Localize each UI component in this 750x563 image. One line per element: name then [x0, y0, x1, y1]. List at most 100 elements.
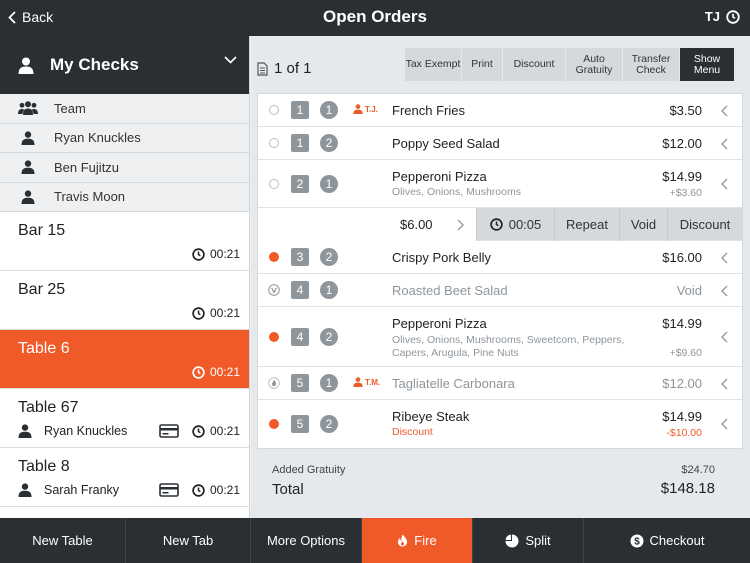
order-item-row[interactable]: 5 1 T.M. Tagliatelle Carbonara $12.00: [258, 367, 742, 400]
item-select-radio[interactable]: [269, 179, 279, 189]
hold-flame-icon[interactable]: [268, 377, 280, 389]
transfer-check-button[interactable]: Transfer Check: [623, 48, 679, 81]
person-icon: [18, 57, 34, 74]
course-badge: 2: [320, 134, 338, 152]
check-table-8[interactable]: Table 8 Sarah Franky 00:21: [0, 448, 249, 507]
item-price: $14.99: [662, 169, 702, 184]
course-badge: 1: [320, 175, 338, 193]
check-owner: Ryan Knuckles: [18, 424, 127, 438]
user-initials: TJ: [704, 9, 720, 24]
item-discount-button[interactable]: Discount: [667, 208, 742, 241]
item-amount-stepper[interactable]: $6.00: [258, 208, 476, 241]
check-bar-25[interactable]: Bar 25 00:21: [0, 271, 249, 330]
order-item-row[interactable]: 4 1 Roasted Beet Salad Void: [258, 274, 742, 307]
new-tab-label: New Tab: [162, 533, 214, 548]
void-status-icon[interactable]: [268, 284, 280, 296]
modifier-price: +$3.60: [669, 187, 702, 199]
new-table-button[interactable]: New Table: [0, 518, 126, 563]
fire-button[interactable]: Fire: [362, 518, 473, 563]
discount-amount: -$10.00: [666, 427, 702, 439]
staff-label: Travis Moon: [54, 189, 126, 205]
chevron-left-icon[interactable]: [721, 138, 728, 150]
checkout-button[interactable]: $ Checkout: [584, 518, 750, 563]
check-bar-15[interactable]: Bar 15 00:21: [0, 212, 249, 271]
gratuity-label: Added Gratuity: [272, 464, 346, 476]
tax-exempt-button[interactable]: Tax Exempt: [405, 48, 461, 81]
seat-badge: 5: [291, 374, 309, 392]
seat-badge: 1: [291, 101, 309, 119]
show-menu-button[interactable]: Show Menu: [680, 48, 734, 81]
clock-icon: [192, 424, 205, 438]
item-status: Void: [676, 283, 702, 298]
chevron-left-icon[interactable]: [721, 378, 728, 390]
split-button[interactable]: Split: [473, 518, 584, 563]
void-button[interactable]: Void: [619, 208, 667, 241]
server-tag: T.J.: [353, 104, 378, 114]
fired-status-dot[interactable]: [269, 332, 279, 342]
item-select-radio[interactable]: [269, 105, 279, 115]
page-indicator: 1 of 1: [257, 60, 312, 77]
item-select-radio[interactable]: [269, 138, 279, 148]
fired-status-dot[interactable]: [269, 419, 279, 429]
order-item-row[interactable]: 5 2 Ribeye Steak Discount $14.99 -$10.00: [258, 400, 742, 448]
order-item-row[interactable]: 2 1 Pepperoni Pizza Olives, Onions, Mush…: [258, 160, 742, 208]
order-item-row[interactable]: 4 2 Pepperoni Pizza Olives, Onions, Mush…: [258, 307, 742, 367]
auto-gratuity-button[interactable]: Auto Gratuity: [566, 48, 622, 81]
course-badge: 2: [320, 328, 338, 346]
staff-filter-team[interactable]: Team: [0, 94, 249, 124]
item-name: French Fries: [392, 103, 465, 118]
split-label: Split: [525, 533, 551, 548]
chevron-left-icon[interactable]: [721, 178, 728, 190]
chevron-left-icon[interactable]: [721, 418, 728, 430]
order-item-row[interactable]: 1 1 T.J. French Fries $3.50: [258, 94, 742, 127]
course-badge: 1: [320, 374, 338, 392]
person-icon: [21, 131, 35, 145]
seat-badge: 4: [291, 281, 309, 299]
course-badge: 2: [320, 415, 338, 433]
dollar-icon: $: [630, 534, 644, 547]
item-price: $12.00: [662, 136, 702, 151]
order-item-row[interactable]: 1 2 Poppy Seed Salad $12.00: [258, 127, 742, 160]
order-item-row[interactable]: 3 2 Crispy Pork Belly $16.00: [258, 241, 742, 274]
order-panel: 1 of 1 Tax Exempt Print Discount Auto Gr…: [251, 36, 750, 518]
new-tab-button[interactable]: New Tab: [126, 518, 251, 563]
check-name: Bar 15: [18, 222, 66, 239]
user-menu[interactable]: TJ: [705, 9, 740, 24]
print-button[interactable]: Print: [462, 48, 502, 81]
discount-button[interactable]: Discount: [503, 48, 565, 81]
course-timer[interactable]: 00:05: [476, 208, 554, 241]
order-items-list: 1 1 T.J. French Fries $3.50 1 2 Poppy Se…: [257, 93, 743, 449]
my-checks-title: My Checks: [50, 55, 139, 74]
check-totals: Added Gratuity $24.70 Total $148.18: [257, 456, 743, 510]
my-checks-dropdown[interactable]: My Checks: [0, 36, 249, 94]
chevron-right-icon[interactable]: [457, 219, 464, 231]
item-modifiers: Olives, Onions, Mushrooms, Sweetcorn, Pe…: [392, 334, 625, 359]
check-table-6[interactable]: Table 6 00:21: [0, 330, 249, 389]
check-time: 00:21: [192, 483, 240, 497]
chevron-left-icon[interactable]: [721, 331, 728, 343]
staff-filter-travis-moon[interactable]: Travis Moon: [0, 182, 249, 212]
chevron-left-icon[interactable]: [721, 285, 728, 297]
more-options-button[interactable]: More Options: [251, 518, 362, 563]
pie-chart-icon: [505, 534, 519, 547]
clock-icon: [489, 218, 503, 231]
clock-icon: [192, 247, 205, 261]
modifier-price: +$9.60: [669, 347, 702, 359]
chevron-down-icon: [224, 56, 237, 64]
chevron-left-icon[interactable]: [721, 105, 728, 117]
chevron-left-icon[interactable]: [721, 252, 728, 264]
staff-filter-ben-fujitzu[interactable]: Ben Fujitzu: [0, 153, 249, 183]
check-name: Bar 25: [18, 281, 66, 298]
flame-icon: [398, 534, 408, 547]
svg-text:$: $: [634, 536, 640, 547]
check-table-67[interactable]: Table 67 Ryan Knuckles 00:21: [0, 389, 249, 448]
item-name: Pepperoni Pizza: [392, 316, 487, 331]
clock-icon: [192, 365, 205, 379]
course-badge: 1: [320, 281, 338, 299]
fired-status-dot[interactable]: [269, 252, 279, 262]
staff-label: Ryan Knuckles: [54, 130, 141, 146]
item-name: Poppy Seed Salad: [392, 136, 500, 151]
staff-filter-ryan-knuckles[interactable]: Ryan Knuckles: [0, 123, 249, 153]
item-name: Ribeye Steak: [392, 409, 470, 424]
repeat-button[interactable]: Repeat: [554, 208, 619, 241]
